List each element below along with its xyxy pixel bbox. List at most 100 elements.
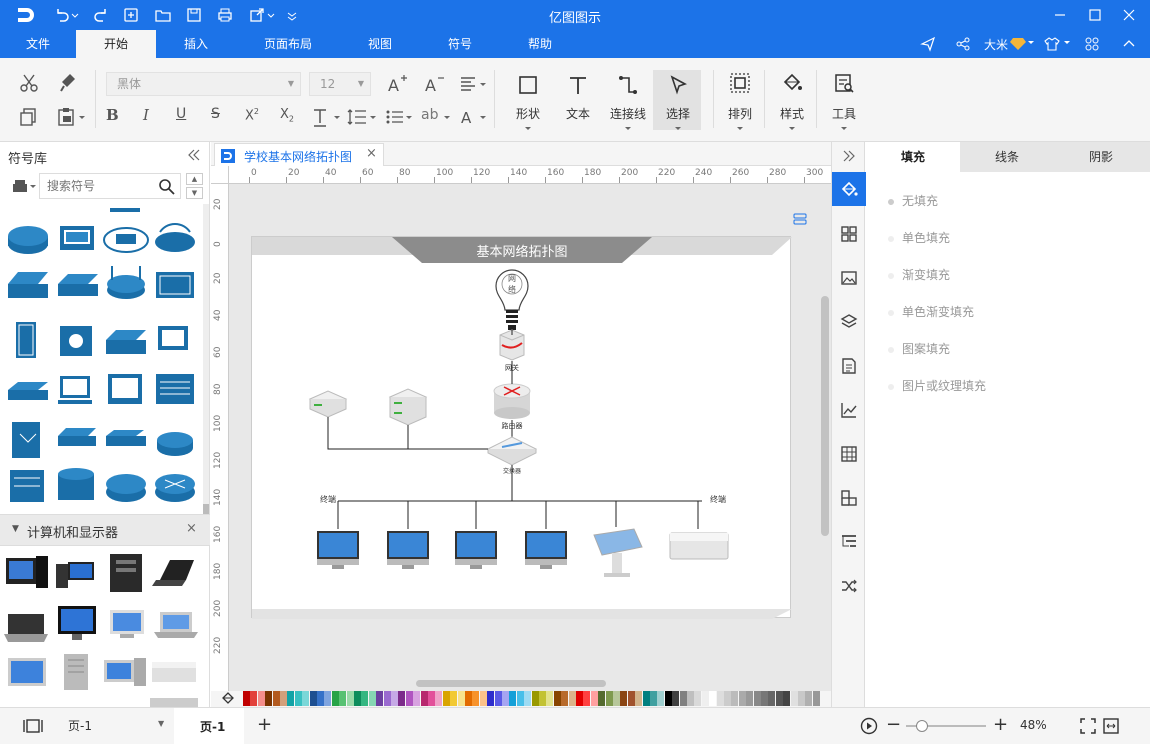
desktop-set-symbol[interactable] <box>104 658 146 686</box>
imac-symbol[interactable] <box>110 610 144 638</box>
text-button-label[interactable]: 文本 <box>553 105 603 122</box>
color-swatch[interactable] <box>657 691 665 706</box>
color-swatch[interactable] <box>376 691 384 706</box>
strikethrough-button[interactable]: S <box>211 106 220 122</box>
color-swatch[interactable] <box>783 691 791 706</box>
search-icon[interactable] <box>158 178 175 195</box>
fill-option-solid-gradient[interactable]: 单色渐变填充 <box>888 303 974 320</box>
color-swatch[interactable] <box>731 691 739 706</box>
dropdown-small-icon[interactable] <box>406 115 412 121</box>
scroll-thumb[interactable] <box>821 296 829 536</box>
lcd-monitor-symbol[interactable] <box>58 606 96 640</box>
chevron-down-icon[interactable]: ▼ <box>12 524 19 534</box>
style-bucket-icon[interactable] <box>781 72 803 94</box>
horizontal-scrollbar[interactable] <box>229 677 819 689</box>
color-swatch[interactable] <box>613 691 620 706</box>
format-painter-icon[interactable] <box>58 72 80 94</box>
color-swatch[interactable] <box>346 691 354 706</box>
color-swatch[interactable] <box>265 691 273 706</box>
page-tab-active[interactable]: 页-1 <box>174 708 244 744</box>
atm-switch-symbol[interactable] <box>60 326 92 356</box>
mac-mini-symbol[interactable] <box>152 662 196 682</box>
color-swatch[interactable] <box>701 691 709 706</box>
library-scrollbar[interactable] <box>203 204 209 526</box>
bold-button[interactable]: B <box>106 106 119 124</box>
color-swatch[interactable] <box>294 691 302 706</box>
dropdown-small-icon[interactable] <box>444 115 450 121</box>
router-round-symbol[interactable] <box>106 474 146 502</box>
collapse-left-icon[interactable] <box>186 148 202 162</box>
zoom-slider-knob[interactable] <box>915 720 928 732</box>
terminal-monitor-4[interactable] <box>525 531 567 569</box>
switch-symbol[interactable] <box>58 274 98 296</box>
scroll-down-button[interactable]: ▼ <box>186 187 203 199</box>
color-swatch[interactable] <box>339 691 347 706</box>
menu-tab-home[interactable]: 开始 <box>76 30 156 58</box>
share-icon[interactable] <box>955 36 971 52</box>
color-swatch[interactable] <box>317 691 324 706</box>
color-swatch[interactable] <box>812 691 820 706</box>
table-icon[interactable] <box>840 445 858 463</box>
panel-toggle-icon[interactable] <box>793 212 807 226</box>
cloud-symbol[interactable] <box>103 227 149 253</box>
fill-bucket-icon[interactable] <box>221 692 235 706</box>
fill-option-picture[interactable]: 图片或纹理填充 <box>888 377 986 394</box>
image-icon[interactable] <box>840 269 858 287</box>
terminal-kiosk[interactable] <box>593 528 643 577</box>
library-manager-icon[interactable] <box>12 179 28 193</box>
page-view-icon[interactable] <box>22 718 44 734</box>
color-swatch[interactable] <box>805 691 813 706</box>
scroll-up-button[interactable]: ▲ <box>186 173 203 185</box>
text-case-button[interactable]: ab <box>421 107 438 123</box>
color-swatch[interactable] <box>539 691 546 706</box>
dropdown-small-icon[interactable] <box>1064 40 1070 46</box>
hub-symbol[interactable] <box>8 272 48 298</box>
dropdown-small-icon[interactable] <box>675 126 681 132</box>
router-symbol[interactable] <box>8 226 48 254</box>
color-swatch[interactable] <box>243 691 250 706</box>
color-swatch[interactable] <box>383 691 391 706</box>
modem-symbol[interactable] <box>106 430 146 446</box>
increase-font-icon[interactable]: A <box>386 73 408 95</box>
laptop-symbol[interactable] <box>152 560 194 586</box>
fill-option-none[interactable]: 无填充 <box>888 192 938 209</box>
connector-icon[interactable] <box>617 74 639 96</box>
add-page-button[interactable]: + <box>257 714 272 735</box>
apps-grid-icon[interactable] <box>1084 36 1100 52</box>
color-swatch[interactable] <box>687 691 694 706</box>
router-x-symbol[interactable] <box>155 474 195 502</box>
color-swatch[interactable] <box>368 691 376 706</box>
fill-tool-active[interactable] <box>832 172 866 206</box>
cylinder-symbol[interactable] <box>58 468 94 500</box>
color-swatch[interactable] <box>709 691 717 706</box>
color-swatch[interactable] <box>635 691 643 706</box>
fill-option-solid[interactable]: 单色填充 <box>888 229 950 246</box>
arrange-button-label[interactable]: 排列 <box>715 105 765 122</box>
color-swatch[interactable] <box>494 691 502 706</box>
maximize-icon[interactable] <box>1088 8 1102 22</box>
color-swatch[interactable] <box>287 691 295 706</box>
wireless-ap-symbol[interactable] <box>156 272 194 298</box>
color-swatch[interactable] <box>790 691 798 706</box>
user-name[interactable]: 大米 <box>984 36 1008 53</box>
rack-symbol[interactable] <box>156 374 194 404</box>
text-tool-icon[interactable] <box>567 74 589 96</box>
workstation-pc-symbol[interactable] <box>56 562 94 588</box>
terminal-monitor-2[interactable] <box>387 531 429 569</box>
grid-layout-icon[interactable] <box>840 225 858 243</box>
zoom-level[interactable]: 48% <box>1020 718 1047 732</box>
mac-pro-symbol[interactable] <box>64 654 88 690</box>
color-swatch[interactable] <box>420 691 428 706</box>
color-swatch[interactable] <box>450 691 458 706</box>
font-size-select[interactable]: 12 ▼ <box>309 72 371 96</box>
pc-symbol[interactable] <box>58 376 92 404</box>
theme-shirt-icon[interactable] <box>1044 36 1060 52</box>
color-swatch[interactable] <box>620 691 628 706</box>
color-swatch[interactable] <box>324 691 332 706</box>
zoom-in-button[interactable]: + <box>993 714 1008 735</box>
fill-option-gradient[interactable]: 渐变填充 <box>888 266 950 283</box>
color-swatch[interactable] <box>561 691 569 706</box>
terminal-monitor-3[interactable] <box>455 531 497 569</box>
color-swatch[interactable] <box>435 691 443 706</box>
dropdown-small-icon[interactable] <box>370 115 376 121</box>
